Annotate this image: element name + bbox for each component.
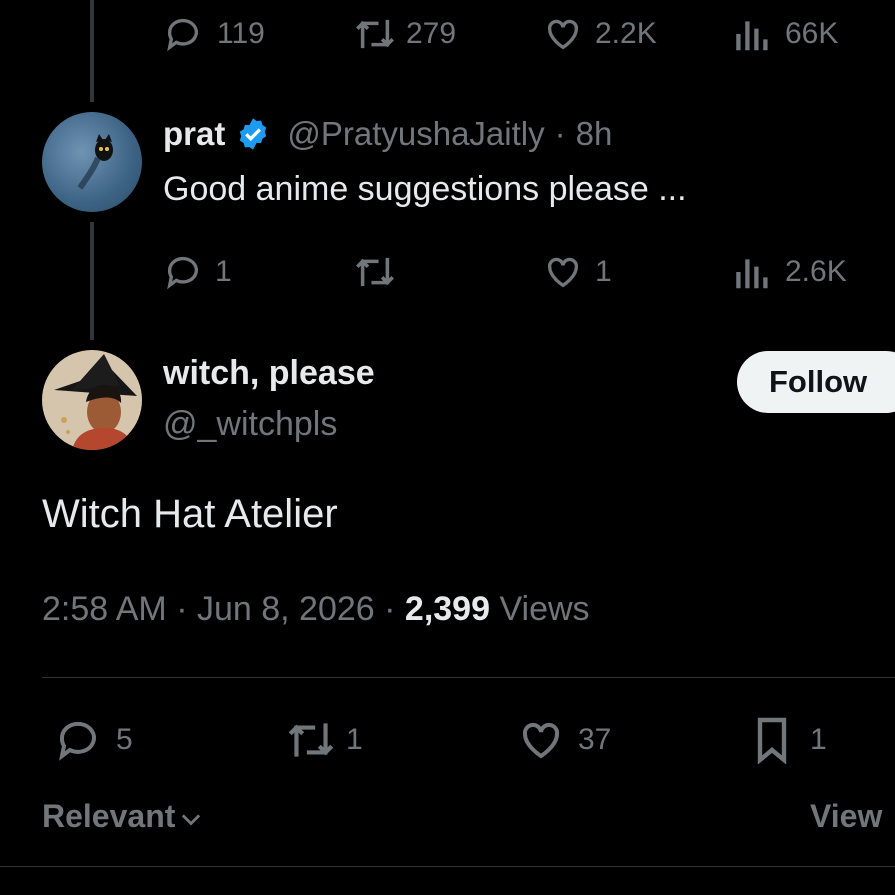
reply-tweet-header: prat @PratyushaJaitly · 8h	[163, 115, 612, 153]
views-count: 2.6K	[785, 255, 847, 288]
handle[interactable]: @_witchpls	[163, 405, 337, 444]
reply-icon	[167, 18, 198, 52]
like-icon	[547, 257, 579, 288]
cat-avatar-image	[77, 134, 113, 190]
sort-dropdown[interactable]: Relevant	[42, 798, 205, 835]
date[interactable]: Jun 8, 2026	[197, 590, 375, 628]
divider	[0, 866, 895, 867]
divider	[42, 677, 895, 678]
verified-icon	[240, 118, 267, 150]
repost-icon	[288, 723, 334, 757]
repost-icon	[356, 19, 394, 49]
reply-icon	[59, 721, 96, 761]
tweet-meta: 2:58 AM · Jun 8, 2026 · 2,399 Views	[42, 590, 590, 629]
repost-action[interactable]	[352, 252, 398, 292]
witch-avatar-image	[54, 354, 137, 450]
reply-count: 119	[217, 17, 265, 50]
views-action[interactable]: 2.6K	[733, 252, 847, 292]
avatar[interactable]	[42, 112, 142, 212]
reply-action[interactable]: 5	[54, 716, 133, 764]
repost-icon	[356, 257, 394, 287]
thread-line-middle	[90, 222, 94, 340]
tweet-text: Good anime suggestions please ...	[163, 170, 687, 208]
bookmark-icon	[757, 717, 787, 764]
like-count: 1	[595, 255, 612, 288]
views-label[interactable]: Views	[499, 590, 589, 628]
views-icon	[736, 259, 768, 289]
reply-count: 5	[116, 723, 133, 756]
views-icon	[736, 21, 768, 51]
separator: ·	[176, 590, 188, 628]
reply-action[interactable]: 119	[163, 14, 265, 54]
reply-count: 1	[215, 255, 232, 288]
tweet-text: Witch Hat Atelier	[42, 492, 338, 536]
like-action[interactable]: 2.2K	[543, 14, 657, 54]
bookmark-action[interactable]: 1	[750, 716, 827, 764]
avatar[interactable]	[42, 350, 142, 450]
like-count: 2.2K	[595, 17, 657, 50]
follow-button[interactable]: Follow	[737, 351, 895, 413]
views-count: 66K	[785, 17, 839, 50]
repost-count: 1	[346, 723, 363, 756]
repost-count: 279	[406, 17, 457, 50]
timestamp[interactable]: 2:58 AM	[42, 590, 167, 628]
views-count: 2,399	[404, 590, 491, 628]
like-count: 37	[578, 723, 612, 756]
separator: ·	[554, 115, 566, 152]
thread-line-top	[90, 0, 94, 102]
reply-action[interactable]: 1	[163, 252, 232, 292]
handle[interactable]: @PratyushaJaitly	[287, 115, 544, 153]
like-icon	[522, 722, 560, 759]
like-action[interactable]: 37	[516, 716, 611, 764]
display-name[interactable]: prat	[163, 115, 225, 153]
views-action[interactable]: 66K	[733, 14, 838, 54]
display-name[interactable]: witch, please	[163, 354, 375, 393]
reply-icon	[167, 256, 198, 290]
timestamp[interactable]: 8h	[576, 115, 613, 153]
chevron-down-icon	[182, 813, 201, 825]
separator: ·	[384, 590, 396, 628]
sort-label: Relevant	[42, 798, 176, 834]
repost-action[interactable]: 279	[352, 14, 456, 54]
repost-action[interactable]: 1	[284, 716, 363, 764]
like-action[interactable]: 1	[543, 252, 612, 292]
bookmark-count: 1	[810, 723, 827, 756]
view-link[interactable]: View	[810, 798, 882, 835]
like-icon	[547, 19, 579, 50]
